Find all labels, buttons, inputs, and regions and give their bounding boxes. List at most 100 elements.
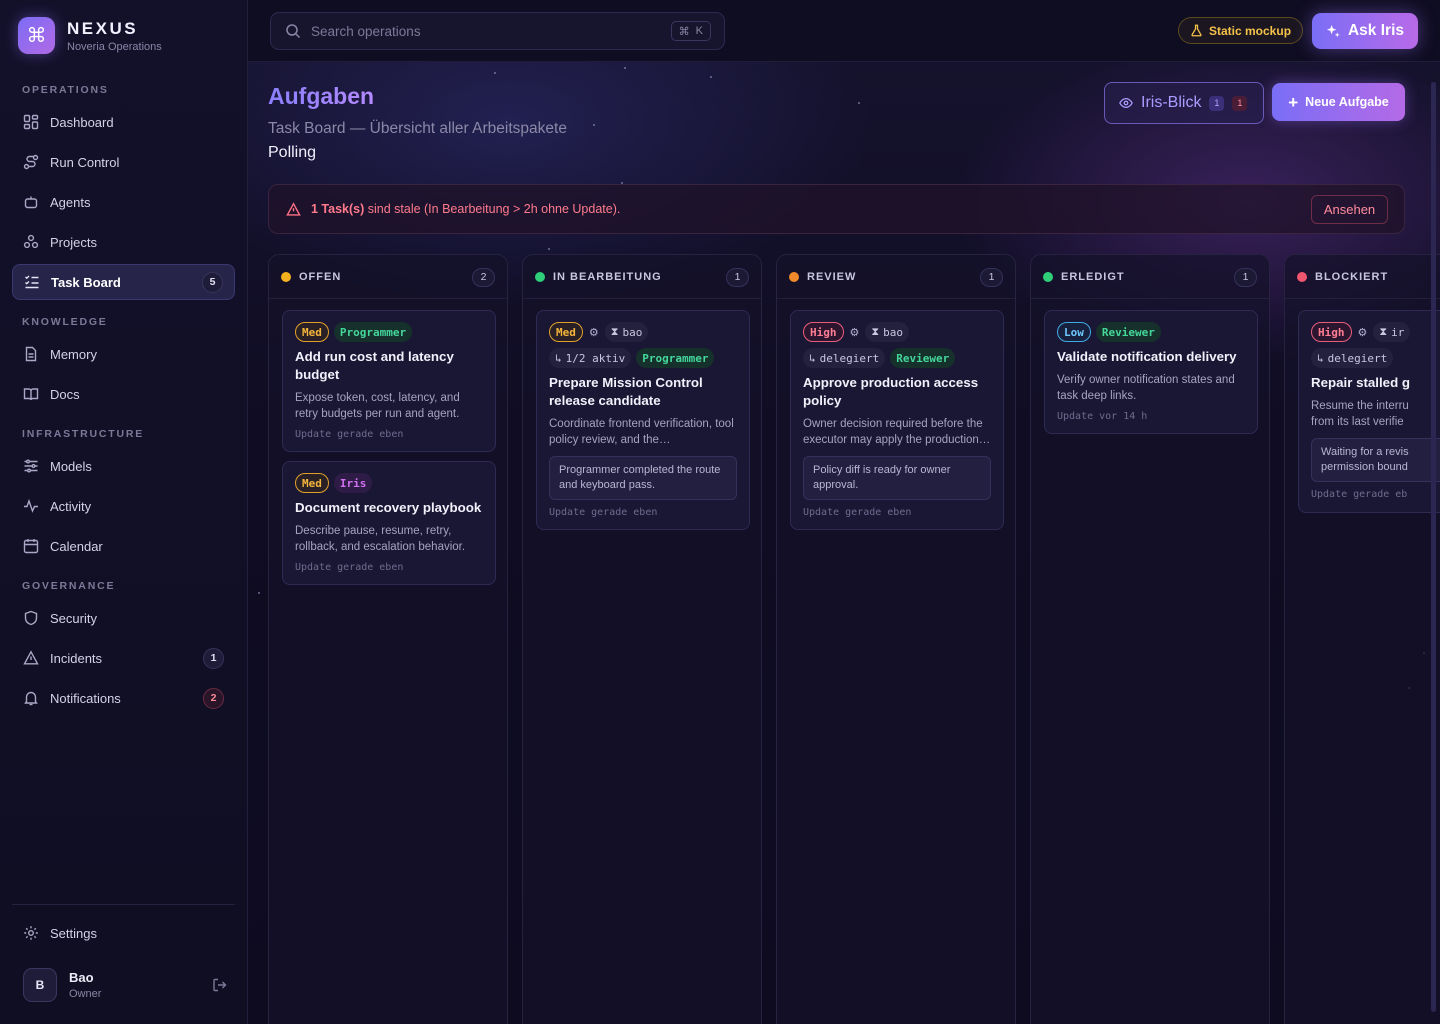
topbar: Search operations ⌘ K Static mockup Ask … bbox=[248, 0, 1440, 62]
sidebar-item-label: Docs bbox=[50, 386, 80, 402]
role-badge: Reviewer bbox=[890, 348, 956, 368]
role-badge: Iris bbox=[333, 473, 373, 493]
sidebar-item-security[interactable]: Security bbox=[12, 600, 235, 636]
column-divider bbox=[523, 298, 761, 299]
flask-icon bbox=[1190, 24, 1203, 37]
new-task-label: Neue Aufgabe bbox=[1305, 95, 1389, 109]
task-description: Resume the interru from its last verifie bbox=[1311, 398, 1440, 430]
sidebar-item-notifications[interactable]: Notifications 2 bbox=[12, 680, 235, 716]
sidebar-item-label: Incidents bbox=[50, 650, 103, 666]
subtask-status: 1/2 aktiv bbox=[565, 351, 626, 365]
task-card[interactable]: Med Iris Document recovery playbook Desc… bbox=[282, 461, 496, 585]
column-divider bbox=[1285, 298, 1440, 299]
role-badge: Programmer bbox=[333, 322, 413, 342]
column-in-bearbeitung: IN BEARBEITUNG 1 Med ⚙ ⧗ bao ↳ 1/2 aktiv P… bbox=[522, 254, 762, 1024]
ask-iris-button[interactable]: Ask Iris bbox=[1312, 13, 1418, 49]
column-divider bbox=[777, 298, 1015, 299]
command-logo-icon: ⌘ bbox=[18, 17, 55, 54]
status-dot bbox=[789, 272, 799, 282]
bot-icon bbox=[23, 194, 39, 210]
view-stale-button[interactable]: Ansehen bbox=[1311, 195, 1388, 224]
column-review: REVIEW 1 High ⚙ ⧗ bao ↳ delegiert Reviewer… bbox=[776, 254, 1016, 1024]
task-title: Add run cost and latency budget bbox=[295, 349, 454, 382]
user-card[interactable]: B Bao Owner bbox=[23, 968, 228, 1002]
user-role: Owner bbox=[69, 988, 102, 1000]
nav-section-operations: OPERATIONS bbox=[22, 84, 109, 96]
sidebar-item-docs[interactable]: Docs bbox=[12, 376, 235, 412]
column-count: 1 bbox=[1234, 267, 1257, 287]
background-star bbox=[710, 76, 712, 78]
task-title: Approve production access policy bbox=[803, 375, 979, 408]
task-updated: Update gerade eb bbox=[1311, 489, 1408, 500]
task-updated: Update gerade eben bbox=[803, 507, 912, 518]
sidebar-item-task-board[interactable]: Task Board 5 bbox=[12, 264, 235, 300]
sidebar-item-label: Models bbox=[50, 458, 92, 474]
sidebar-item-dashboard[interactable]: Dashboard bbox=[12, 104, 235, 140]
task-note: Waiting for a revis permission bound bbox=[1311, 438, 1440, 482]
task-note-line: Waiting for a revis bbox=[1321, 446, 1409, 458]
sidebar-item-projects[interactable]: Projects bbox=[12, 224, 235, 260]
status-dot bbox=[281, 272, 291, 282]
task-title: Validate notification delivery bbox=[1057, 349, 1237, 364]
column-title: IN BEARBEITUNG bbox=[553, 271, 662, 283]
activity-icon bbox=[23, 498, 39, 514]
nav-section-knowledge: KNOWLEDGE bbox=[22, 316, 108, 328]
sliders-icon bbox=[23, 458, 39, 474]
column-offen: OFFEN 2 Med Programmer Add run cost and … bbox=[268, 254, 508, 1024]
column-title: REVIEW bbox=[807, 271, 857, 283]
column-header: ERLEDIGT 1 bbox=[1043, 267, 1257, 287]
task-title: Repair stalled g bbox=[1311, 375, 1411, 390]
iris-blick-button[interactable]: Iris-Blick 1 1 bbox=[1104, 82, 1264, 124]
sidebar-item-agents[interactable]: Agents bbox=[12, 184, 235, 220]
alert-count: 1 Task(s) bbox=[311, 202, 365, 216]
sidebar-item-run-control[interactable]: Run Control bbox=[12, 144, 235, 180]
sidebar-item-memory[interactable]: Memory bbox=[12, 336, 235, 372]
status-dot bbox=[1043, 272, 1053, 282]
task-note: Programmer completed the route and keybo… bbox=[549, 456, 737, 500]
plus-icon: + bbox=[1288, 92, 1299, 112]
board-scrollbar[interactable] bbox=[1431, 82, 1436, 1012]
static-mockup-label: Static mockup bbox=[1209, 23, 1292, 38]
sidebar-item-label: Projects bbox=[50, 234, 97, 250]
settings-label: Settings bbox=[50, 925, 97, 941]
role-badge: Reviewer bbox=[1095, 322, 1161, 342]
subtask-badge: ↳ delegiert bbox=[1311, 348, 1394, 368]
sidebar-item-models[interactable]: Models bbox=[12, 448, 235, 484]
sidebar-item-incidents[interactable]: Incidents 1 bbox=[12, 640, 235, 676]
task-title: Document recovery playbook bbox=[295, 500, 482, 515]
main-content: Aufgaben Task Board — Übersicht aller Ar… bbox=[248, 62, 1440, 1024]
task-card[interactable]: Low Reviewer Validate notification deliv… bbox=[1044, 310, 1258, 434]
task-description: Coordinate frontend verification, tool p… bbox=[549, 418, 734, 446]
gear-icon bbox=[23, 925, 39, 941]
avatar: B bbox=[23, 968, 57, 1002]
logout-icon[interactable] bbox=[212, 977, 228, 993]
bot-icon: ⚙ bbox=[1357, 326, 1368, 339]
background-star bbox=[548, 248, 550, 250]
search-shortcut: ⌘ K bbox=[670, 21, 711, 41]
sidebar-item-activity[interactable]: Activity bbox=[12, 488, 235, 524]
task-card[interactable]: Med Programmer Add run cost and latency … bbox=[282, 310, 496, 452]
sidebar-item-settings[interactable]: Settings bbox=[12, 915, 235, 951]
task-card[interactable]: High ⚙ ⧗ ir ↳ delegiert Repair stalled g R… bbox=[1298, 310, 1440, 513]
brand[interactable]: ⌘ NEXUS Noveria Operations bbox=[18, 17, 162, 54]
task-card[interactable]: High ⚙ ⧗ bao ↳ delegiert Reviewer Approve … bbox=[790, 310, 1004, 530]
iris-blick-alert-badge: 1 bbox=[1232, 95, 1248, 111]
assignee-badge: ⧗ bao bbox=[604, 322, 649, 342]
projects-icon bbox=[23, 234, 39, 250]
column-title: ERLEDIGT bbox=[1061, 271, 1125, 283]
alert-triangle-icon bbox=[286, 201, 301, 217]
task-card[interactable]: Med ⚙ ⧗ bao ↳ 1/2 aktiv Programmer Prepare… bbox=[536, 310, 750, 530]
new-task-button[interactable]: + Neue Aufgabe bbox=[1272, 83, 1405, 121]
page-subtitle: Task Board — Übersicht aller Arbeitspake… bbox=[268, 120, 567, 137]
priority-badge: Med bbox=[295, 473, 329, 493]
nav-section-governance: GOVERNANCE bbox=[22, 580, 116, 592]
task-description-line: Resume the interru bbox=[1311, 400, 1409, 412]
sidebar-item-calendar[interactable]: Calendar bbox=[12, 528, 235, 564]
task-description-line: from its last verifie bbox=[1311, 416, 1404, 428]
column-header: REVIEW 1 bbox=[789, 267, 1003, 287]
search-input[interactable]: Search operations ⌘ K bbox=[270, 12, 725, 50]
hourglass-icon: ⧗ bbox=[1379, 325, 1388, 338]
iris-blick-count-badge: 1 bbox=[1209, 95, 1225, 111]
sidebar-item-label: Notifications bbox=[50, 690, 121, 706]
status-dot bbox=[535, 272, 545, 282]
